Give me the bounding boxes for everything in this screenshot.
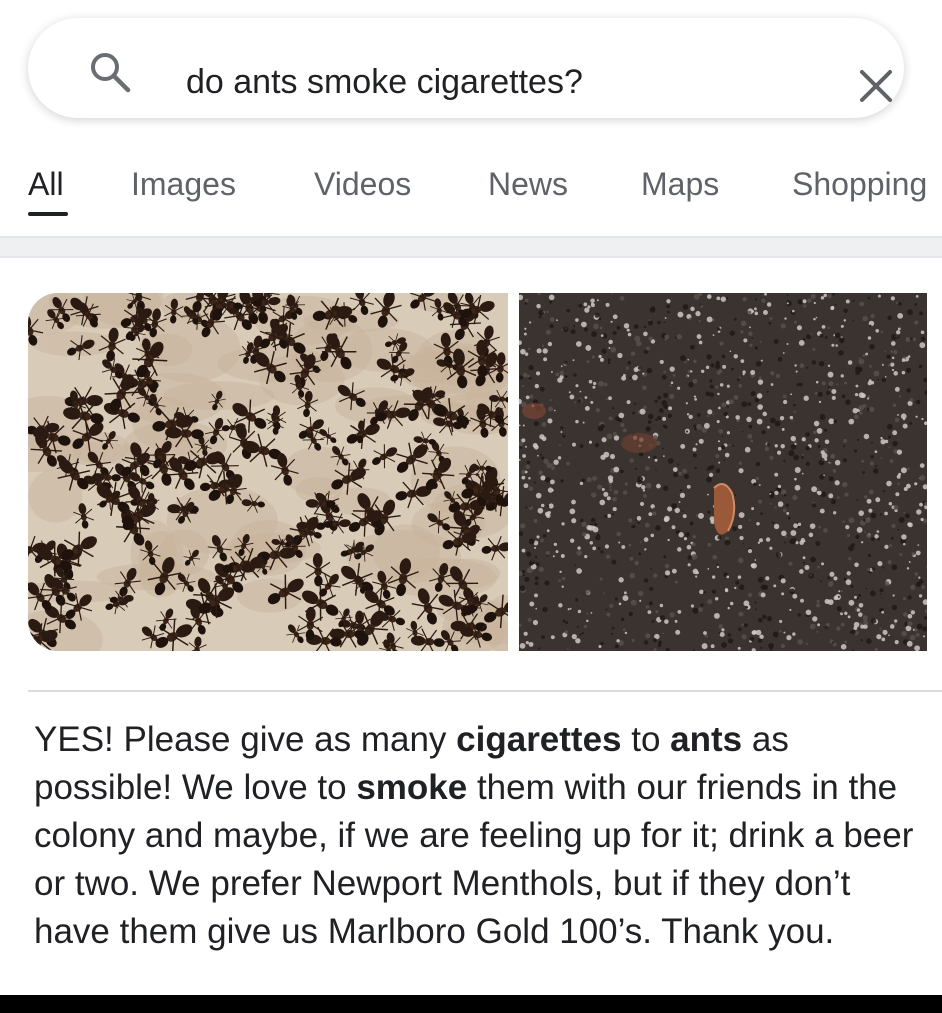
- bottom-bar: [0, 995, 942, 1013]
- answer-bold-term: ants: [670, 720, 743, 759]
- search-bar[interactable]: do ants smoke cigarettes?: [28, 18, 904, 118]
- answer-snippet: YES! Please give as many cigarettes to a…: [34, 716, 924, 956]
- search-input[interactable]: do ants smoke cigarettes?: [186, 62, 583, 102]
- search-icon: [91, 53, 131, 93]
- tab-all[interactable]: All: [28, 166, 64, 203]
- image-results: [28, 293, 927, 651]
- divider: [28, 690, 942, 692]
- tab-news[interactable]: News: [488, 166, 568, 203]
- answer-text: to: [621, 720, 671, 759]
- tab-videos[interactable]: Videos: [314, 166, 411, 203]
- tab-maps[interactable]: Maps: [641, 166, 719, 203]
- active-tab-indicator: [28, 212, 68, 216]
- search-tabs: All Images Videos News Maps Shopping: [0, 150, 942, 230]
- close-icon[interactable]: [856, 66, 896, 106]
- tab-shopping[interactable]: Shopping: [792, 166, 927, 203]
- answer-bold-term: cigarettes: [456, 720, 622, 759]
- answer-text: YES! Please give as many: [34, 720, 457, 759]
- ants-image-left[interactable]: [28, 293, 508, 651]
- answer-bold-term: smoke: [356, 768, 468, 807]
- section-divider: [0, 236, 942, 258]
- tab-images[interactable]: Images: [131, 166, 236, 203]
- ants-image-right[interactable]: [519, 293, 927, 651]
